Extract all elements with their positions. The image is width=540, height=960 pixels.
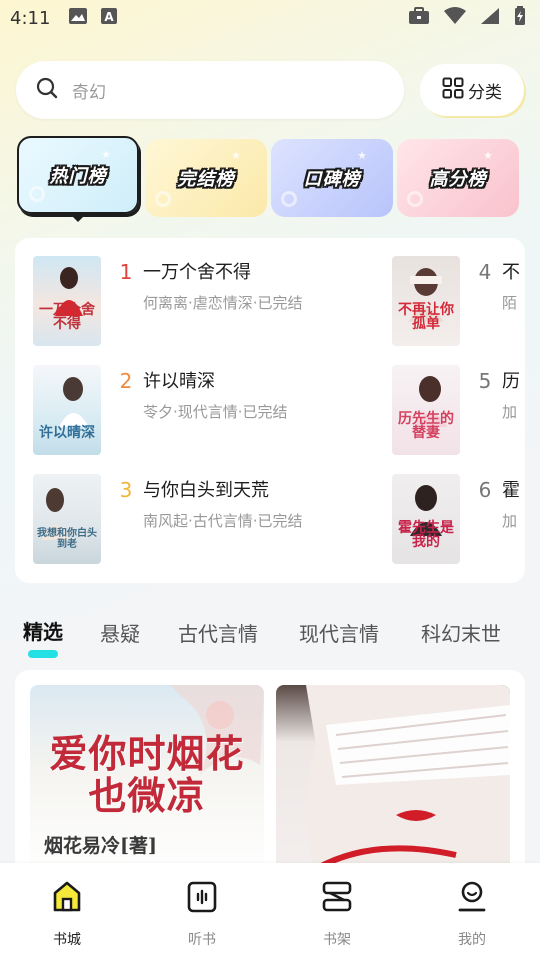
- tab-hot-ranking[interactable]: ★ 热门榜: [17, 136, 139, 214]
- featured-book-cover[interactable]: 爱你时烟花也微凉 烟花易冷[著]: [30, 685, 264, 870]
- book-title: 与你白头到天荒: [143, 480, 269, 501]
- tab-ancient-romance[interactable]: 古代言情: [178, 618, 258, 647]
- cover-title: 许以晴深: [39, 425, 95, 442]
- wifi-icon: [444, 7, 466, 29]
- book-meta: 南风起·古代言情·已完结: [143, 512, 303, 530]
- cover-title: 一万个舍不得: [39, 301, 95, 333]
- rank-number: 1: [119, 260, 133, 284]
- tab-completed-ranking[interactable]: ★ 完结榜: [145, 139, 267, 217]
- list-item[interactable]: 不再让你孤单 4 不 陌: [392, 256, 520, 346]
- search-input[interactable]: 奇幻: [16, 61, 404, 119]
- book-meta: 陌: [502, 294, 518, 312]
- home-icon: [49, 879, 85, 919]
- tab-underline: [28, 650, 58, 658]
- grid-icon: [442, 77, 464, 103]
- book-cover: 不再让你孤单: [392, 256, 460, 346]
- book-cover: 历先生的替妻: [392, 365, 460, 455]
- tab-mystery[interactable]: 悬疑: [100, 618, 140, 647]
- tab-praise-ranking[interactable]: ★ 口碑榜: [271, 139, 393, 217]
- bottom-navigation: 书城 听书 书架 我的: [0, 863, 540, 960]
- list-item[interactable]: 许以晴深 2 许以晴深 苓夕·现代言情·已完结: [33, 365, 288, 455]
- circle-decoration: [407, 191, 423, 207]
- circle-decoration: [281, 191, 297, 207]
- signal-icon: [480, 7, 500, 29]
- book-title: 历: [502, 371, 520, 392]
- featured-cover-title: 爱你时烟花也微凉: [49, 731, 245, 818]
- star-icon: ★: [231, 149, 241, 162]
- nav-label: 听书: [188, 932, 216, 948]
- star-icon: ★: [483, 149, 493, 162]
- cover-title: 霍先生是我的: [398, 519, 454, 551]
- tab-scifi[interactable]: 科幻末世: [421, 618, 501, 647]
- cover-title: 历先生的替妻: [398, 410, 454, 442]
- list-item[interactable]: 历先生的替妻 5 历 加: [392, 365, 520, 455]
- nav-label: 书架: [323, 932, 351, 948]
- featured-book-cover[interactable]: [276, 685, 510, 870]
- book-cover: 霍先生是我的: [392, 474, 460, 564]
- category-label: 分类: [468, 82, 502, 103]
- star-icon: ★: [101, 148, 111, 161]
- book-cover: 我想和你白头到老: [33, 474, 101, 564]
- list-item[interactable]: 霍先生是我的 6 霍 加: [392, 474, 520, 564]
- rank-number: 6: [478, 478, 492, 502]
- nav-bookshelf[interactable]: 书架: [297, 879, 377, 949]
- tab-label: 热门榜: [49, 166, 107, 187]
- bookshelf-icon: [319, 879, 355, 919]
- nav-audiobooks[interactable]: 听书: [162, 879, 242, 949]
- rank-number: 3: [119, 478, 133, 502]
- svg-text:A: A: [105, 10, 115, 24]
- status-time: 4:11: [10, 7, 51, 29]
- tab-label: 高分榜: [429, 169, 487, 190]
- tab-featured[interactable]: 精选: [23, 616, 63, 645]
- list-item[interactable]: 我想和你白头到老 3 与你白头到天荒 南风起·古代言情·已完结: [33, 474, 303, 564]
- book-title: 不: [502, 262, 520, 283]
- book-title: 一万个舍不得: [143, 262, 251, 283]
- nav-profile[interactable]: 我的: [432, 879, 512, 949]
- cover-title: 不再让你孤单: [398, 301, 454, 333]
- circle-decoration: [29, 186, 45, 202]
- tab-modern-romance[interactable]: 现代言情: [299, 618, 379, 647]
- book-cover: 许以晴深: [33, 365, 101, 455]
- profile-icon: [454, 879, 490, 919]
- nav-label: 我的: [458, 932, 486, 948]
- book-title: 霍: [502, 480, 520, 501]
- star-icon: ★: [357, 149, 367, 162]
- nav-bookstore[interactable]: 书城: [27, 879, 107, 949]
- nav-label: 书城: [53, 932, 81, 948]
- audio-icon: [184, 879, 220, 919]
- tab-label: 口碑榜: [303, 169, 361, 190]
- featured-panel: 爱你时烟花也微凉 烟花易冷[著]: [15, 670, 525, 870]
- genre-tabs: 精选 悬疑 古代言情 现代言情 科幻末世: [0, 612, 540, 662]
- book-meta: 何离离·虐恋情深·已完结: [143, 294, 303, 312]
- book-meta: 加: [502, 403, 518, 421]
- book-meta: 加: [502, 512, 518, 530]
- briefcase-icon: [408, 7, 430, 29]
- circle-decoration: [155, 191, 171, 207]
- book-cover: 一万个舍不得: [33, 256, 101, 346]
- search-placeholder: 奇幻: [72, 82, 106, 103]
- tab-score-ranking[interactable]: ★ 高分榜: [397, 139, 519, 217]
- cover-title: 我想和你白头到老: [37, 528, 97, 550]
- book-title: 许以晴深: [143, 371, 215, 392]
- tab-label: 完结榜: [177, 169, 235, 190]
- tab-pointer: [70, 214, 86, 222]
- featured-cover-author: 烟花易冷[著]: [44, 835, 157, 857]
- rank-number: 4: [478, 260, 492, 284]
- battery-icon: [514, 6, 526, 30]
- list-item[interactable]: 一万个舍不得 1 一万个舍不得 何离离·虐恋情深·已完结: [33, 256, 303, 346]
- category-button[interactable]: 分类: [420, 64, 524, 116]
- search-icon: [36, 77, 58, 103]
- font-icon: A: [100, 7, 118, 29]
- rank-number: 5: [478, 369, 492, 393]
- book-meta: 苓夕·现代言情·已完结: [143, 403, 288, 421]
- gallery-icon: [68, 7, 88, 29]
- status-bar: 4:11 A: [0, 0, 540, 36]
- rank-number: 2: [119, 369, 133, 393]
- ranking-list: 一万个舍不得 1 一万个舍不得 何离离·虐恋情深·已完结 许以晴深 2 许以晴深…: [15, 238, 525, 583]
